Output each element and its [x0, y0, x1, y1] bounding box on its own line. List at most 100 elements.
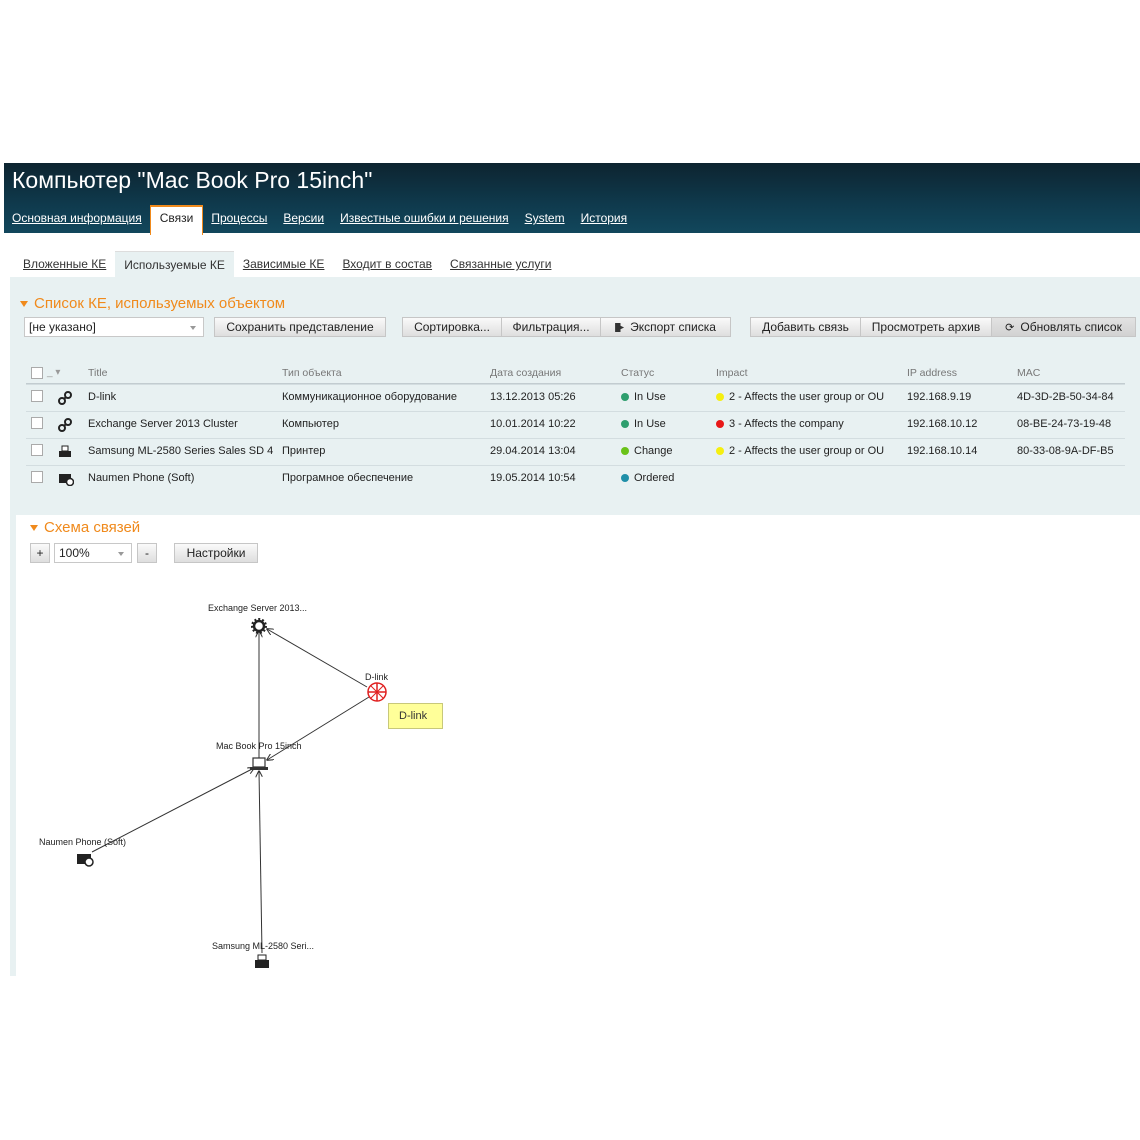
cell-impact: 2 - Affects the user group or OU	[716, 391, 884, 403]
subtab-dependent[interactable]: Зависимые КЕ	[234, 251, 334, 278]
edge-samsung-mac	[259, 771, 262, 954]
impact-text: 3 - Affects the company	[729, 418, 844, 430]
tab-versions[interactable]: Версии	[275, 205, 332, 233]
printer-icon[interactable]	[255, 954, 269, 968]
node-label-naumen[interactable]: Naumen Phone (Soft)	[39, 837, 126, 847]
subtab-used[interactable]: Используемые КЕ	[115, 251, 234, 278]
cell-type: Компьютер	[282, 418, 339, 430]
refresh-button-label: Обновлять список	[1020, 320, 1122, 334]
col-created[interactable]: Дата создания	[490, 367, 561, 379]
row-checkbox[interactable]	[31, 444, 43, 456]
printer-icon	[58, 445, 72, 464]
impact-text: 2 - Affects the user group or OU	[729, 445, 885, 457]
subtab-part-of[interactable]: Входит в состав	[333, 251, 441, 278]
tab-known-errors[interactable]: Известные ошибки и решения	[332, 205, 516, 233]
tab-processes[interactable]: Процессы	[203, 205, 275, 233]
cell-ip: 192.168.10.14	[907, 445, 978, 457]
table-row[interactable]: Samsung ML-2580 Series Sales SD 4 Принтер…	[26, 438, 1125, 465]
network-icon	[58, 391, 72, 410]
software-icon	[58, 472, 75, 491]
cell-title[interactable]: D-link	[88, 391, 116, 403]
cell-title[interactable]: Naumen Phone (Soft)	[88, 472, 194, 484]
col-title[interactable]: Title	[88, 367, 107, 379]
cell-impact: 3 - Affects the company	[716, 418, 844, 430]
main-tabs: Основная информация Связи Процессы Верси…	[4, 205, 636, 235]
dlink-router-icon[interactable]	[367, 682, 387, 702]
software-icon[interactable]	[77, 854, 94, 867]
cell-status: In Use	[621, 418, 666, 430]
col-status[interactable]: Статус	[621, 367, 654, 379]
table-row[interactable]: Naumen Phone (Soft) Програмное обеспечени…	[26, 465, 1125, 492]
tab-history[interactable]: История	[573, 205, 636, 233]
sort-button[interactable]: Сортировка...	[402, 317, 502, 337]
refresh-icon: ⟳	[1005, 322, 1015, 334]
cell-created: 10.01.2014 10:22	[490, 418, 576, 430]
add-link-button[interactable]: Добавить связь	[750, 317, 861, 337]
filter-button[interactable]: Фильтрация...	[501, 317, 601, 337]
col-ip[interactable]: IP address	[907, 367, 957, 379]
subtab-services[interactable]: Связанные услуги	[441, 251, 560, 278]
cell-created: 29.04.2014 13:04	[490, 445, 576, 457]
table-header: _ ▾ Title Тип объекта Дата создания Стат…	[26, 365, 1125, 384]
export-button-label: Экспорт списка	[630, 320, 716, 334]
col-impact[interactable]: Impact	[716, 367, 748, 379]
node-label-exchange[interactable]: Exchange Server 2013...	[208, 603, 307, 613]
edge-dlink-exchange	[267, 629, 368, 688]
col-type[interactable]: Тип объекта	[282, 367, 342, 379]
list-section-title[interactable]: Список КЕ, используемых объектом	[20, 295, 285, 312]
cell-title[interactable]: Samsung ML-2580 Series Sales SD 4	[88, 445, 273, 457]
row-checkbox[interactable]	[31, 471, 43, 483]
cell-status: Change	[621, 445, 673, 457]
cell-type: Програмное обеспечение	[282, 472, 414, 484]
row-checkbox[interactable]	[31, 390, 43, 402]
app-window: Компьютер "Mac Book Pro 15inch" Основная…	[4, 163, 1140, 976]
impact-text: 2 - Affects the user group or OU	[729, 391, 885, 403]
cell-mac: 4D-3D-2B-50-34-84	[1017, 391, 1114, 403]
cell-ip: 192.168.10.12	[907, 418, 978, 430]
cell-ip: 192.168.9.19	[907, 391, 972, 403]
view-select-value: [не указано]	[29, 320, 96, 334]
ci-list-panel: Список КЕ, используемых объектом [не ука…	[10, 277, 1140, 515]
status-text: In Use	[634, 418, 666, 430]
cell-status: Ordered	[621, 472, 674, 484]
cell-impact: 2 - Affects the user group or OU	[716, 445, 884, 457]
cell-title[interactable]: Exchange Server 2013 Cluster	[88, 418, 238, 430]
node-label-samsung[interactable]: Samsung ML-2580 Seri...	[212, 941, 314, 951]
impact-dot-icon	[716, 447, 724, 455]
status-text: Change	[634, 445, 673, 457]
cell-type: Коммуникационное оборудование	[282, 391, 458, 403]
view-archive-button[interactable]: Просмотреть архив	[860, 317, 992, 337]
save-view-button[interactable]: Сохранить представление	[214, 317, 386, 337]
cell-mac: 08-BE-24-73-19-48	[1017, 418, 1112, 430]
list-section-title-text: Список КЕ, используемых объектом	[34, 295, 286, 312]
select-all-checkbox[interactable]	[31, 367, 43, 379]
impact-dot-icon	[716, 393, 724, 401]
subtab-nested[interactable]: Вложенные КЕ	[14, 251, 115, 278]
laptop-icon[interactable]	[250, 757, 268, 770]
header-bar: Компьютер "Mac Book Pro 15inch" Основная…	[4, 163, 1140, 235]
cell-type: Принтер	[282, 445, 326, 457]
status-dot-icon	[621, 420, 629, 428]
export-button[interactable]: Экспорт списка	[600, 317, 731, 337]
cell-created: 19.05.2014 10:54	[490, 472, 576, 484]
exchange-server-gear-icon[interactable]	[251, 618, 267, 634]
table-row[interactable]: Exchange Server 2013 Cluster Компьютер 10.…	[26, 411, 1125, 438]
collapse-triangle-icon[interactable]	[20, 301, 28, 308]
impact-dot-icon	[716, 420, 724, 428]
network-icon	[58, 418, 72, 437]
view-select[interactable]: [не указано]	[24, 317, 204, 337]
row-checkbox[interactable]	[31, 417, 43, 429]
table-row[interactable]: D-link Коммуникационное оборудование 13.12…	[26, 384, 1125, 411]
refresh-list-button[interactable]: ⟳ Обновлять список	[991, 317, 1136, 337]
column-menu-icon[interactable]: _ ▾	[47, 367, 60, 378]
tab-system[interactable]: System	[517, 205, 573, 233]
tab-links[interactable]: Связи	[149, 205, 204, 235]
status-dot-icon	[621, 474, 629, 482]
relation-graph	[77, 618, 387, 968]
status-dot-icon	[621, 447, 629, 455]
tab-main-info[interactable]: Основная информация	[4, 205, 150, 233]
cell-status: In Use	[621, 391, 666, 403]
node-label-dlink[interactable]: D-link	[365, 672, 388, 682]
node-label-mac[interactable]: Mac Book Pro 15inch	[216, 741, 302, 751]
col-mac[interactable]: MAC	[1017, 367, 1040, 379]
